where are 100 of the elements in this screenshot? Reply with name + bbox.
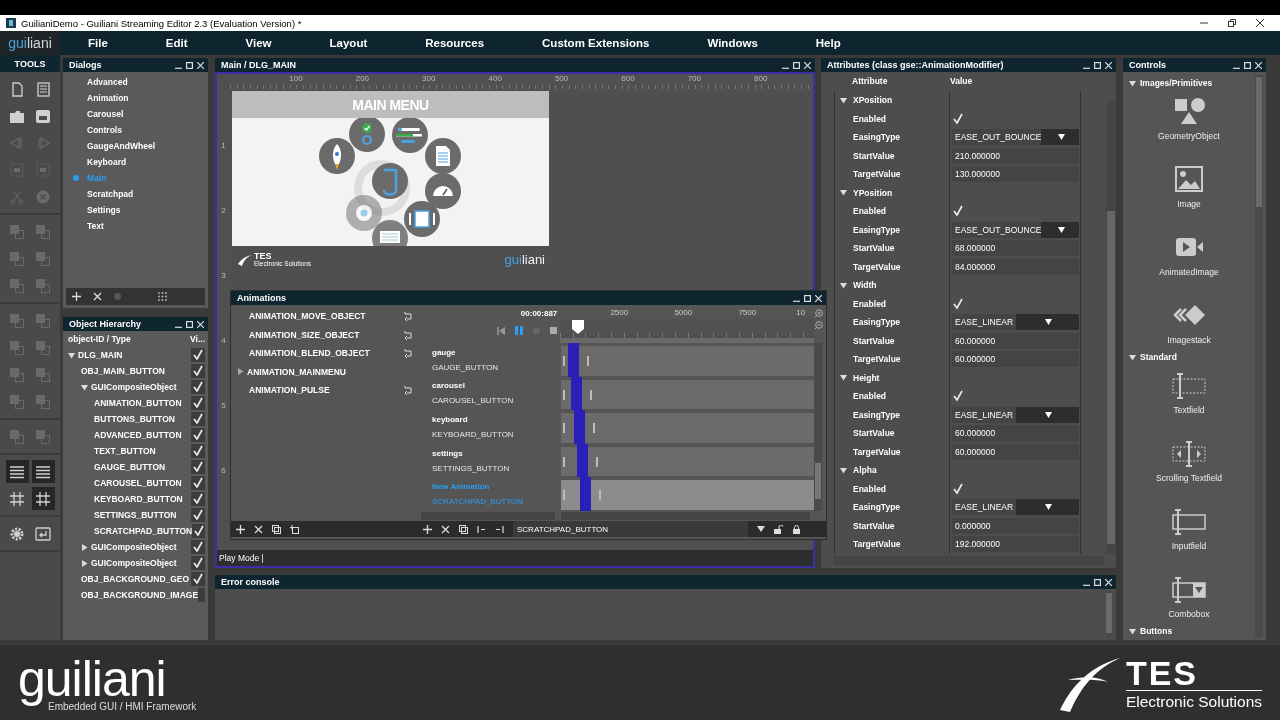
loop-icon[interactable]	[403, 329, 413, 340]
value-field[interactable]: 60.000000	[952, 351, 1079, 368]
tree-item[interactable]: GAUGE_BUTTON	[94, 462, 191, 472]
grid-icon[interactable]	[31, 487, 55, 510]
track-name[interactable]: settings	[432, 448, 561, 458]
checkbox[interactable]	[191, 444, 205, 458]
maximize-icon[interactable]	[1244, 61, 1251, 69]
value-field[interactable]: 192.000000	[952, 536, 1079, 553]
maximize-icon[interactable]	[186, 320, 193, 328]
scrollbar[interactable]	[1106, 101, 1116, 554]
checkbox[interactable]	[191, 396, 205, 410]
checkbox[interactable]	[198, 588, 205, 602]
dropdown-field[interactable]: EASE_OUT_BOUNCE	[952, 221, 1079, 238]
caret-icon[interactable]	[1129, 79, 1136, 87]
control-label[interactable]: Inputfield	[1171, 541, 1207, 551]
menu-item[interactable]: Edit	[165, 37, 188, 49]
checkbox[interactable]	[191, 348, 205, 362]
control-label[interactable]: Textfield	[1173, 405, 1205, 415]
dialog-item[interactable]: Keyboard	[87, 157, 127, 167]
dropdown-field[interactable]: EASE_LINEAR	[952, 314, 1079, 331]
tree-item[interactable]: KEYBOARD_BUTTON	[94, 494, 191, 504]
pause-icon[interactable]	[515, 326, 524, 335]
maximize-icon[interactable]	[804, 294, 811, 302]
control-label[interactable]: Imagestack	[1167, 335, 1211, 345]
animation-item[interactable]: ANIMATION_MOVE_OBJECT	[249, 311, 403, 322]
zoom-out-icon[interactable]	[814, 321, 824, 330]
dialog-item[interactable]: Settings	[87, 205, 121, 215]
track-object[interactable]: CAROUSEL_BUTTON	[432, 396, 561, 406]
value-field[interactable]: 0.000000	[952, 517, 1079, 534]
value-field[interactable]: 210.000000	[952, 147, 1079, 164]
dropdown-arrow-icon[interactable]	[1045, 319, 1053, 326]
dialog-item[interactable]: Scratchpad	[87, 189, 134, 199]
tree-item[interactable]: CAROUSEL_BUTTON	[94, 478, 191, 488]
tree-item[interactable]: TEXT_BUTTON	[94, 446, 191, 456]
tree-item[interactable]: ANIMATION_BUTTON	[94, 398, 191, 408]
checkbox[interactable]	[191, 364, 205, 378]
maximize-icon[interactable]	[186, 61, 193, 69]
zoom-in-icon[interactable]	[814, 309, 824, 318]
value-field[interactable]: 68.000000	[952, 240, 1079, 257]
caret-icon[interactable]	[840, 374, 847, 382]
menu-item[interactable]: Layout	[329, 37, 368, 49]
add-icon[interactable]	[236, 524, 245, 534]
lines-icon[interactable]	[5, 460, 29, 483]
checkbox[interactable]	[191, 492, 205, 506]
tree-item[interactable]: GUICompositeObject	[91, 542, 191, 552]
tree-item[interactable]: BUTTONS_BUTTON	[94, 414, 191, 424]
dropdown-icon[interactable]	[757, 526, 765, 532]
section-header[interactable]: Images/Primitives	[1140, 78, 1213, 88]
menu-item[interactable]: Resources	[425, 37, 485, 49]
dropdown-field[interactable]: EASE_OUT_BOUNCE	[952, 129, 1079, 146]
caret-icon[interactable]	[840, 281, 847, 289]
dropdown-field[interactable]: EASE_LINEAR	[952, 499, 1079, 516]
loop-icon[interactable]	[403, 348, 413, 359]
control-label[interactable]: Scrolling Textfield	[1156, 473, 1222, 483]
loop-icon[interactable]	[403, 311, 413, 322]
track-name[interactable]: carousel	[432, 381, 561, 391]
checkbox[interactable]	[191, 508, 205, 522]
add-frame-icon[interactable]	[290, 524, 299, 534]
checkbox[interactable]	[952, 204, 966, 219]
control-label[interactable]: GeometryObject	[1158, 131, 1220, 141]
control-label[interactable]: Combobox	[1168, 609, 1210, 619]
control-label[interactable]: AnimatedImage	[1159, 267, 1219, 277]
caret-icon[interactable]	[81, 383, 88, 391]
maximize-icon[interactable]	[793, 61, 800, 69]
tree-item[interactable]: DLG_MAIN	[78, 350, 191, 360]
lock-icon[interactable]	[792, 524, 801, 534]
menu-item[interactable]: Help	[815, 37, 841, 49]
caret-icon[interactable]	[68, 351, 75, 359]
delete-icon[interactable]	[93, 292, 102, 301]
restore-icon[interactable]	[1228, 19, 1236, 27]
value-field[interactable]: 84.000000	[952, 258, 1079, 275]
tree-item[interactable]: SETTINGS_BUTTON	[94, 510, 191, 520]
checkbox[interactable]	[952, 389, 966, 404]
tree-item[interactable]: SCRATCHPAD_BUTTON	[94, 526, 193, 536]
caret-icon[interactable]	[237, 368, 244, 376]
dropdown-field[interactable]: EASE_LINEAR	[952, 406, 1079, 423]
caret-icon[interactable]	[840, 466, 847, 474]
menu-item[interactable]: File	[88, 37, 108, 49]
caret-icon[interactable]	[81, 543, 88, 551]
checkbox[interactable]	[191, 572, 205, 586]
tree-item[interactable]: OBJ_MAIN_BUTTON	[81, 366, 191, 376]
dropdown-arrow-icon[interactable]	[1058, 226, 1066, 233]
tree-item[interactable]: OBJ_BACKGROUND_IMAGE	[81, 590, 199, 600]
copy-icon[interactable]	[459, 524, 468, 534]
add-icon[interactable]	[72, 292, 81, 301]
tree-item[interactable]: GUICompositeObject	[91, 558, 191, 568]
loop-icon[interactable]	[403, 385, 413, 396]
animation-item[interactable]: ANIMATION_MAINMENU	[247, 366, 413, 377]
unlock-icon[interactable]	[774, 524, 783, 534]
tree-item[interactable]: GUICompositeObject	[91, 382, 191, 392]
control-label[interactable]: Image	[1177, 199, 1201, 209]
caret-icon[interactable]	[1129, 353, 1136, 361]
caret-icon[interactable]	[1129, 627, 1136, 635]
copy-icon[interactable]	[272, 524, 281, 534]
value-field[interactable]: 60.000000	[952, 332, 1079, 349]
section-header[interactable]: Buttons	[1140, 626, 1173, 636]
scrollbar[interactable]	[814, 343, 822, 511]
dialog-item[interactable]: Controls	[87, 125, 122, 135]
grid-icon[interactable]	[158, 292, 167, 301]
delete-icon[interactable]	[254, 524, 263, 534]
